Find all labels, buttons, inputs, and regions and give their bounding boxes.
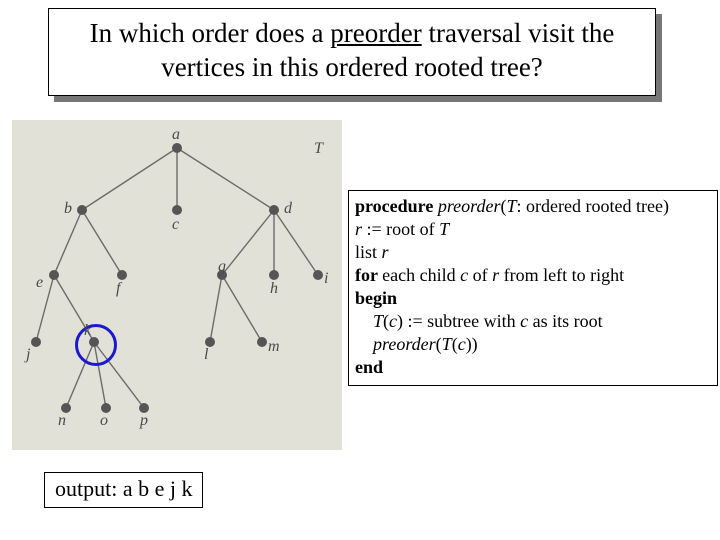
algo-l6-c2: c <box>520 311 528 331</box>
algo-name: preorder <box>438 196 501 216</box>
algo-l4-rest: from left to right <box>499 265 624 285</box>
algo-line-4: for each child c of r from left to right <box>355 264 711 287</box>
node-label-a: a <box>172 126 180 144</box>
node-label-d: d <box>284 200 292 218</box>
node-label-g: g <box>218 258 226 276</box>
algo-line-5: begin <box>355 287 711 310</box>
title-text-underlined: preorder <box>330 18 421 48</box>
algo-l6-end: as its root <box>528 311 603 331</box>
algo-l2-T: T <box>439 219 449 239</box>
algo-l2-r: r <box>355 219 362 239</box>
algo-l7-name: preorder <box>373 334 436 354</box>
algo-l6-c: c <box>389 311 397 331</box>
algo-l1-T: T <box>507 196 517 216</box>
algo-kw-for: for <box>355 265 382 285</box>
node-label-h: h <box>270 280 278 298</box>
tree-svg <box>12 120 342 450</box>
node-label-b: b <box>64 200 72 218</box>
algo-l3-r: r <box>382 242 389 262</box>
tree-label-T: T <box>314 140 323 158</box>
algo-line-8: end <box>355 356 711 379</box>
node-label-c: c <box>172 216 179 234</box>
algo-line-7: preorder(T(c)) <box>355 333 711 356</box>
node-label-o: o <box>100 412 108 430</box>
node-label-l: l <box>204 346 208 364</box>
algo-l2-mid: := root of <box>362 219 439 239</box>
node-label-n: n <box>58 412 66 430</box>
algo-kw-end: end <box>355 357 383 377</box>
algo-l7-c: c <box>458 334 466 354</box>
title-container: In which order does a preorder traversal… <box>48 8 656 96</box>
output-text: output: a b e j k <box>55 476 192 501</box>
algo-l4-each: each child <box>382 265 460 285</box>
algo-l4-c: c <box>460 265 468 285</box>
algo-kw-begin: begin <box>355 288 397 308</box>
node-label-i: i <box>324 270 328 288</box>
highlight-circle <box>75 324 117 366</box>
tree-diagram: a T b c d e f g h i j k l m n o p <box>12 120 342 450</box>
title-box: In which order does a preorder traversal… <box>48 8 656 96</box>
algo-l1-rest: : ordered rooted tree) <box>517 196 669 216</box>
output-box: output: a b e j k <box>44 472 203 508</box>
algo-l7-p3: )) <box>466 334 478 354</box>
node-label-p: p <box>140 412 148 430</box>
algo-line-2: r := root of T <box>355 218 711 241</box>
node-label-k: k <box>84 322 91 340</box>
node-label-j: j <box>26 346 30 364</box>
algorithm-box: procedure preorder(T: ordered rooted tre… <box>348 190 718 386</box>
algo-line-3: list r <box>355 241 711 264</box>
node-label-f: f <box>116 280 120 298</box>
node-label-e: e <box>36 274 43 292</box>
algo-l3-list: list <box>355 242 382 262</box>
title-text-pre: In which order does a <box>90 18 331 48</box>
algo-line-6: T(c) := subtree with c as its root <box>355 310 711 333</box>
algo-l4-of: of <box>468 265 492 285</box>
algo-l6-mid: ) := subtree with <box>397 311 520 331</box>
algo-l7-T: T <box>442 334 452 354</box>
node-label-m: m <box>268 338 280 356</box>
algo-l6-T: T <box>373 311 383 331</box>
algo-kw-procedure: procedure <box>355 196 438 216</box>
algo-line-1: procedure preorder(T: ordered rooted tre… <box>355 195 711 218</box>
